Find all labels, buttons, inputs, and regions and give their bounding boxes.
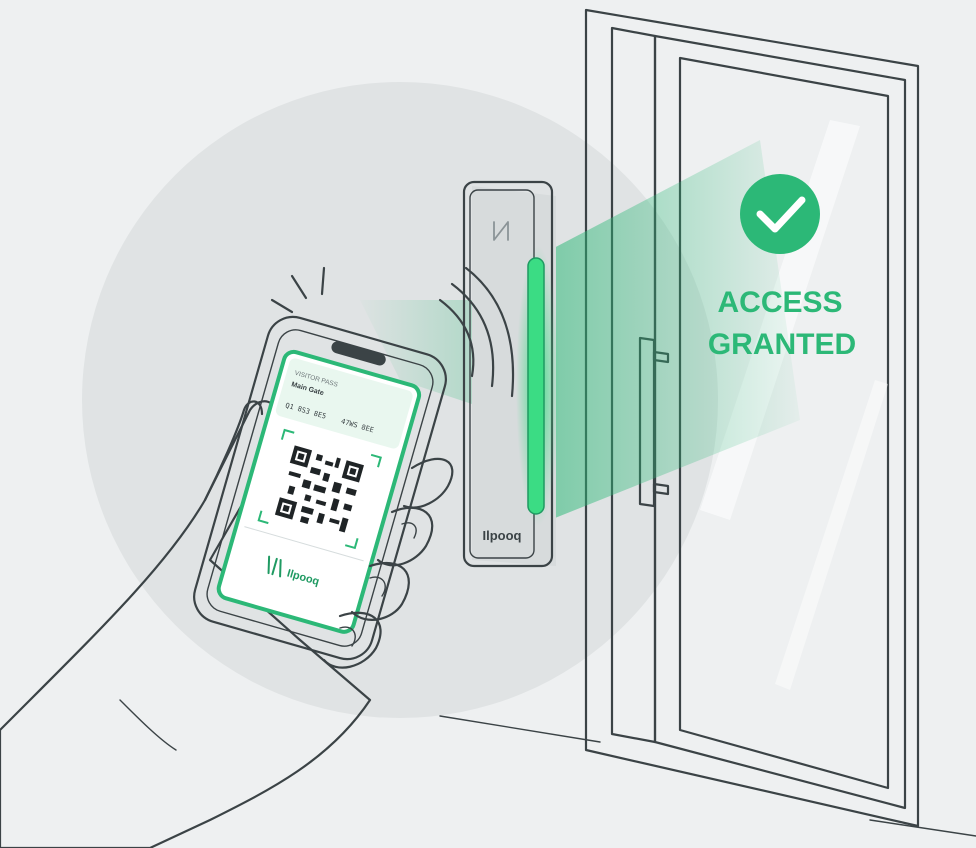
reader-brand: Ilpooq bbox=[483, 528, 522, 543]
access-scene: ACCESS GRANTED Ilpooq VISITOR PASS Main … bbox=[0, 8, 976, 848]
hand-crease bbox=[119, 699, 177, 751]
check-circle-icon bbox=[740, 174, 820, 254]
glass-reflection-2 bbox=[775, 380, 888, 690]
status-line-2: GRANTED bbox=[708, 328, 856, 361]
floor-line bbox=[439, 715, 601, 743]
floor-line-right bbox=[869, 819, 976, 837]
status-line-1: ACCESS bbox=[717, 286, 842, 319]
reader-led bbox=[527, 257, 545, 515]
